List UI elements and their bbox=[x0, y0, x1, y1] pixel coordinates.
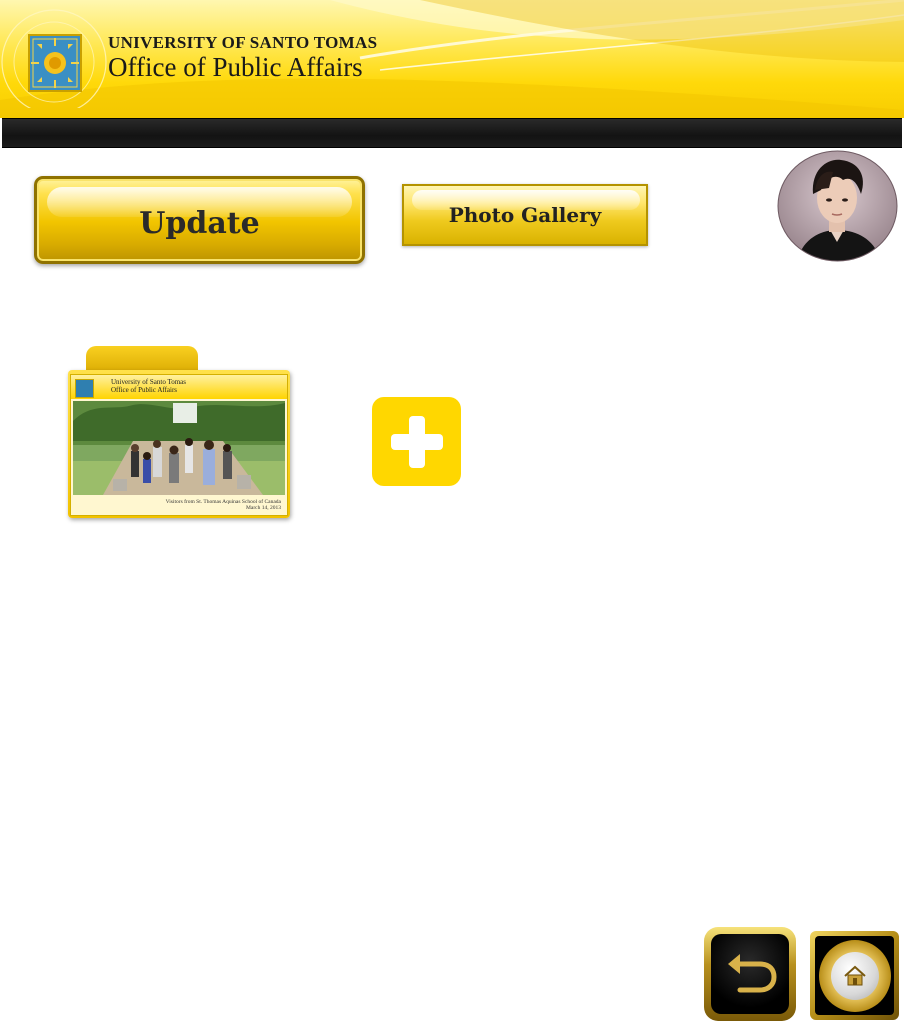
album-cover-caption: Visitors from St. Thomas Aquinas School … bbox=[166, 499, 281, 511]
album-cover-header: University of Santo Tomas Office of Publ… bbox=[71, 375, 287, 399]
header-title-block: UNIVERSITY OF SANTO TOMAS Office of Publ… bbox=[108, 33, 378, 83]
album-cover-caption-line2: March 14, 2013 bbox=[246, 505, 281, 511]
header-divider-bar bbox=[2, 118, 902, 148]
home-button-face bbox=[815, 936, 894, 1015]
back-button-face bbox=[711, 934, 789, 1014]
add-album-button[interactable] bbox=[372, 397, 461, 486]
album-cover-title-line2: Office of Public Affairs bbox=[111, 386, 178, 394]
album-cover-card: University of Santo Tomas Office of Publ… bbox=[70, 374, 288, 516]
photo-gallery-button-label: Photo Gallery bbox=[448, 203, 602, 227]
home-button-knob bbox=[830, 951, 879, 1000]
album-folder[interactable]: University of Santo Tomas Office of Publ… bbox=[66, 346, 292, 520]
album-cover-photo bbox=[73, 401, 285, 495]
user-avatar[interactable] bbox=[777, 150, 898, 262]
back-arrow-icon bbox=[728, 954, 777, 993]
home-button-ring bbox=[818, 939, 891, 1012]
plus-icon bbox=[390, 415, 443, 468]
photo-gallery-button[interactable]: Photo Gallery bbox=[402, 184, 648, 246]
app-header: UNIVERSITY OF SANTO TOMAS Office of Publ… bbox=[0, 0, 904, 118]
university-name: UNIVERSITY OF SANTO TOMAS bbox=[108, 33, 378, 52]
album-cover-title: University of Santo Tomas Office of Publ… bbox=[111, 378, 186, 394]
university-seal-icon bbox=[0, 8, 112, 115]
mini-seal-icon bbox=[75, 379, 94, 398]
update-button[interactable]: Update bbox=[34, 176, 365, 264]
album-cover-title-line1: University of Santo Tomas bbox=[111, 378, 187, 386]
update-button-label: Update bbox=[139, 205, 260, 241]
back-button[interactable] bbox=[704, 927, 796, 1021]
office-name: Office of Public Affairs bbox=[108, 52, 363, 82]
home-button[interactable] bbox=[810, 931, 899, 1020]
avatar-photo-icon bbox=[777, 150, 898, 262]
home-icon bbox=[843, 965, 866, 985]
